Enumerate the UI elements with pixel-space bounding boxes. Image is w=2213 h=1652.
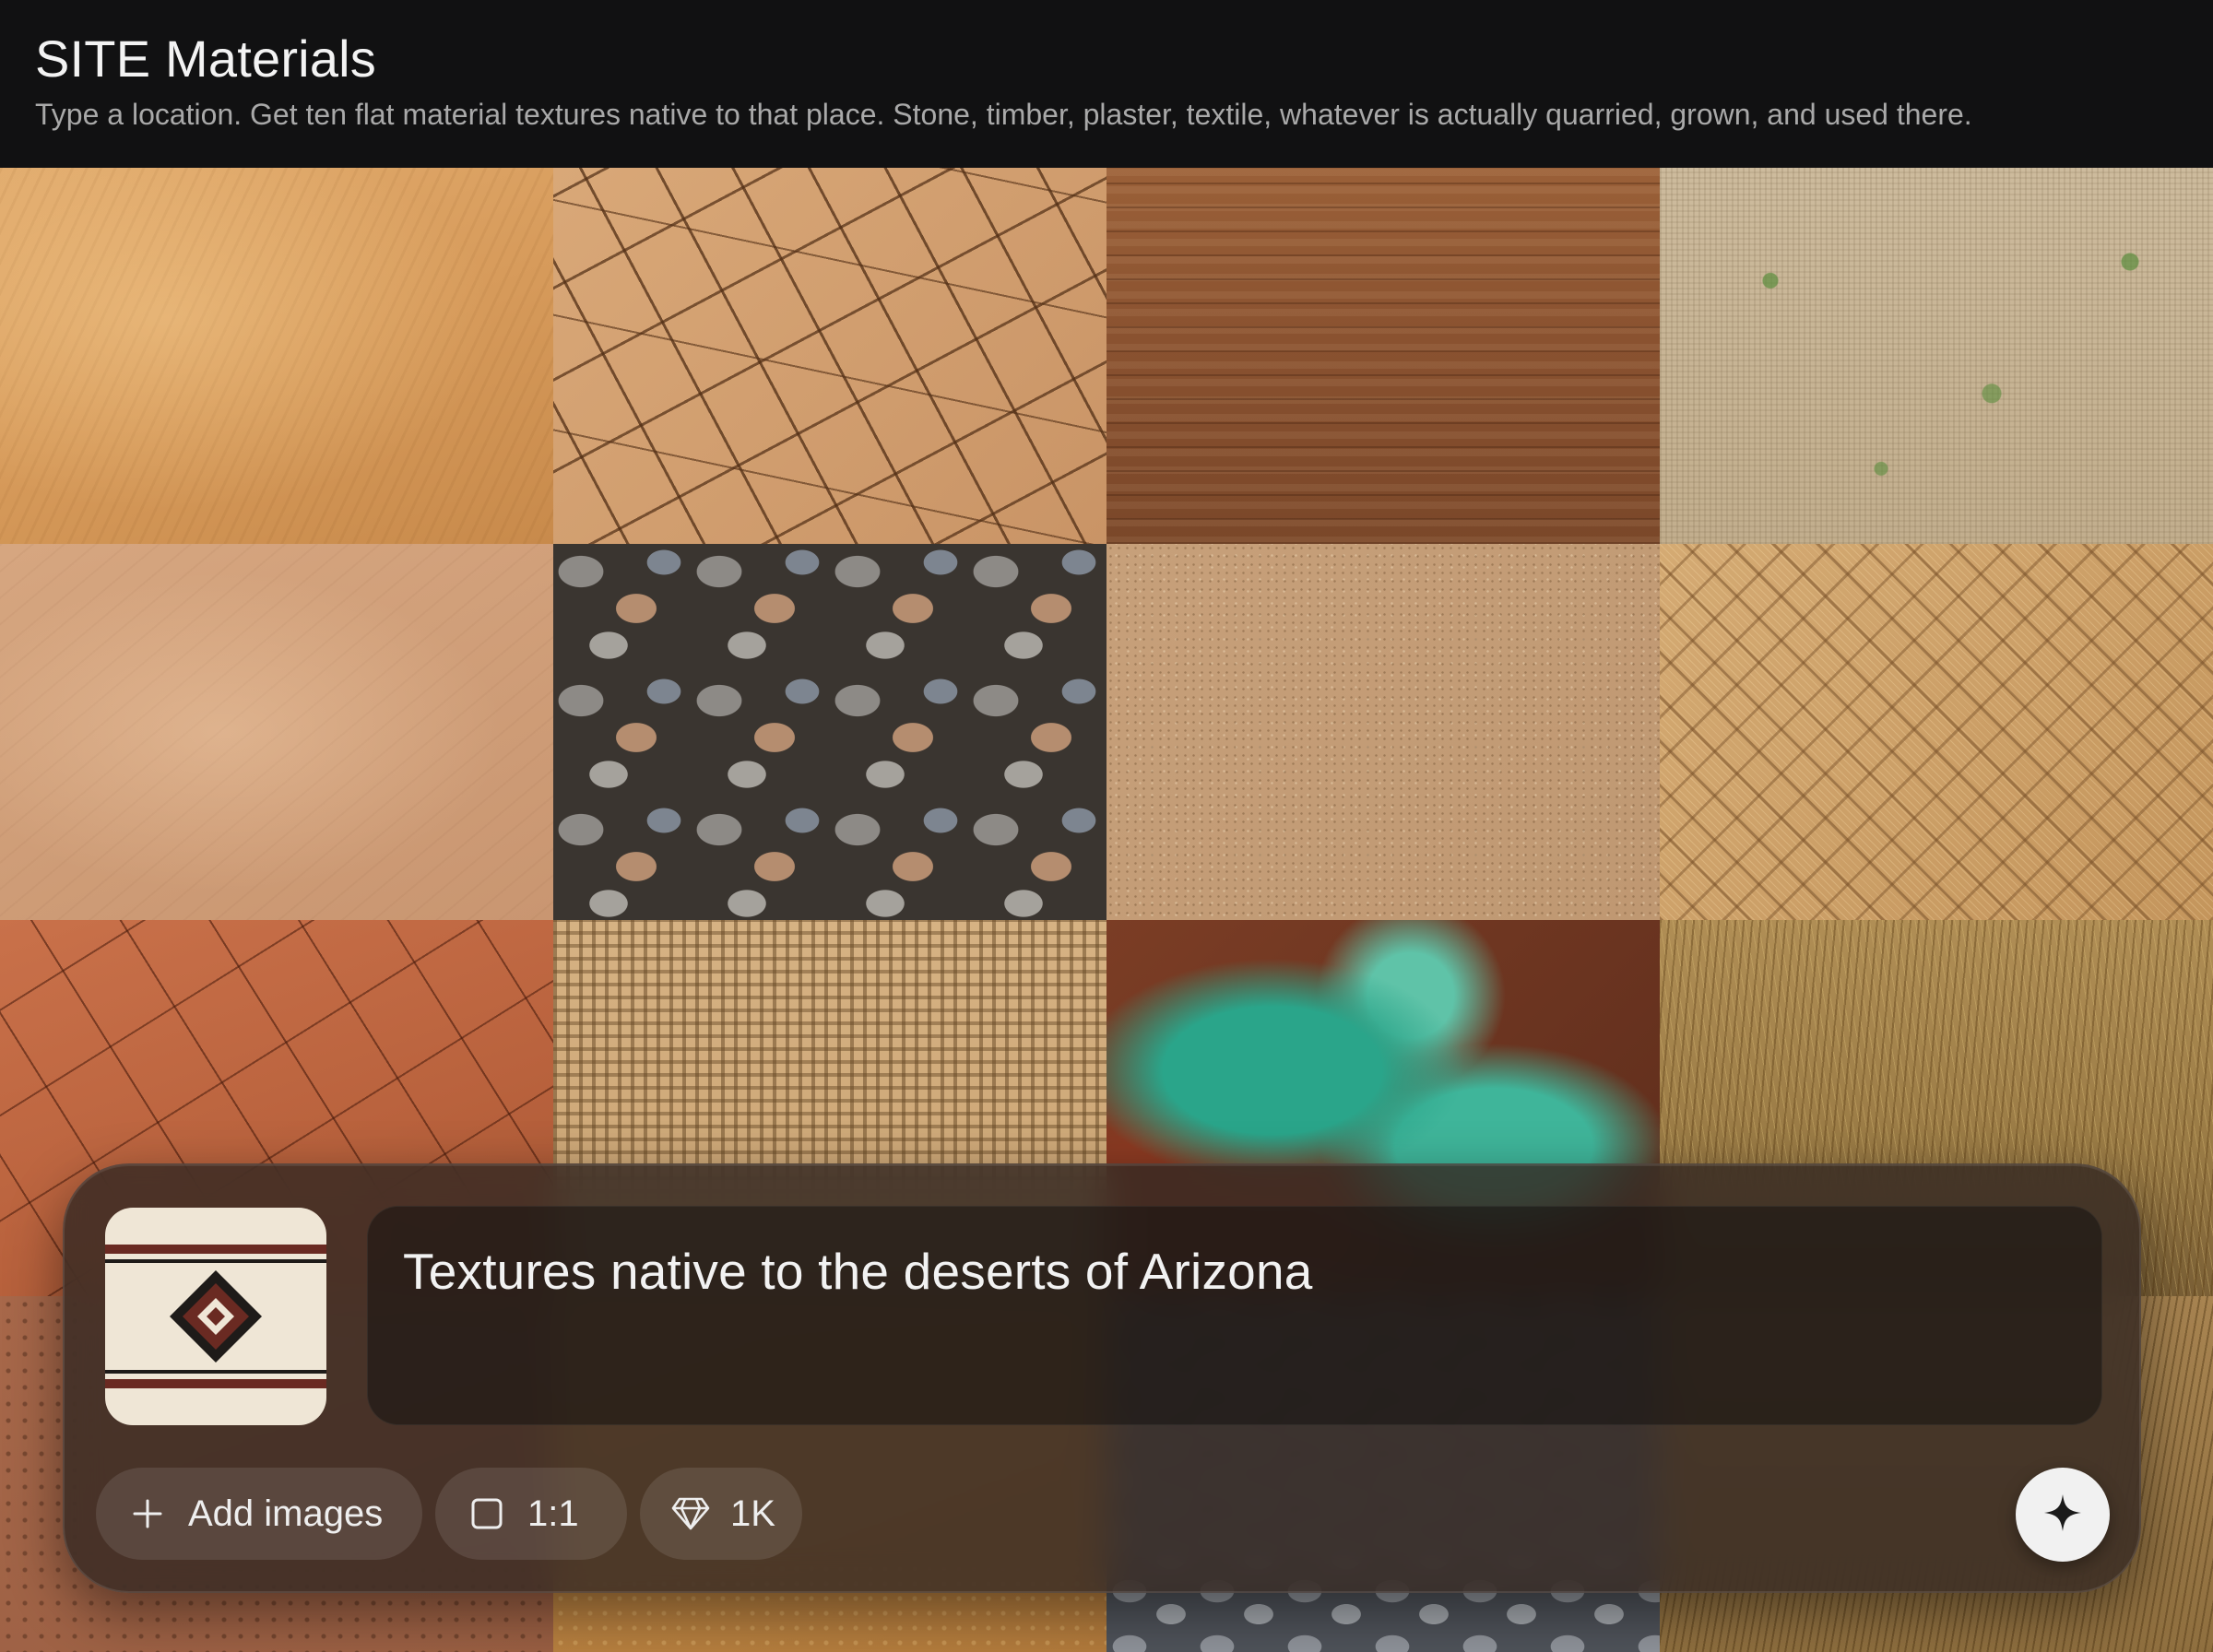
square-icon [467,1493,507,1534]
texture-tile-woven-reed[interactable] [1660,544,2213,920]
texture-tile-adobe-plaster[interactable] [0,544,553,920]
texture-tile-cracked-clay[interactable] [553,168,1106,544]
texture-tile-weathered-wood[interactable] [1106,168,1660,544]
generate-button[interactable] [2016,1468,2110,1562]
prompt-composer: Textures native to the deserts of Arizon… [63,1163,2141,1593]
resolution-label: 1K [730,1493,775,1534]
texture-tile-river-pebbles[interactable] [553,544,1106,920]
app-header: SITE Materials Type a location. Get ten … [0,0,2213,168]
app-subtitle: Type a location. Get ten flat material t… [35,98,1972,131]
rug-diamond-icon [170,1270,262,1363]
add-images-label: Add images [188,1493,384,1534]
prompt-input[interactable]: Textures native to the deserts of Arizon… [367,1206,2102,1425]
texture-tile-desert-sand[interactable] [1106,544,1660,920]
resolution-button[interactable]: 1K [640,1468,802,1560]
texture-tile-sandstone[interactable] [0,168,553,544]
sparkle-icon [2042,1493,2083,1538]
app-title: SITE Materials [35,30,376,88]
reference-image-thumbnail[interactable] [105,1208,326,1425]
aspect-ratio-button[interactable]: 1:1 [435,1468,627,1560]
texture-tile-burlap-leaves[interactable] [1660,168,2213,544]
plus-icon [127,1493,168,1534]
prompt-text: Textures native to the deserts of Arizon… [403,1243,1313,1300]
diamond-icon [671,1493,710,1534]
aspect-ratio-label: 1:1 [527,1493,579,1534]
add-images-button[interactable]: Add images [96,1468,422,1560]
